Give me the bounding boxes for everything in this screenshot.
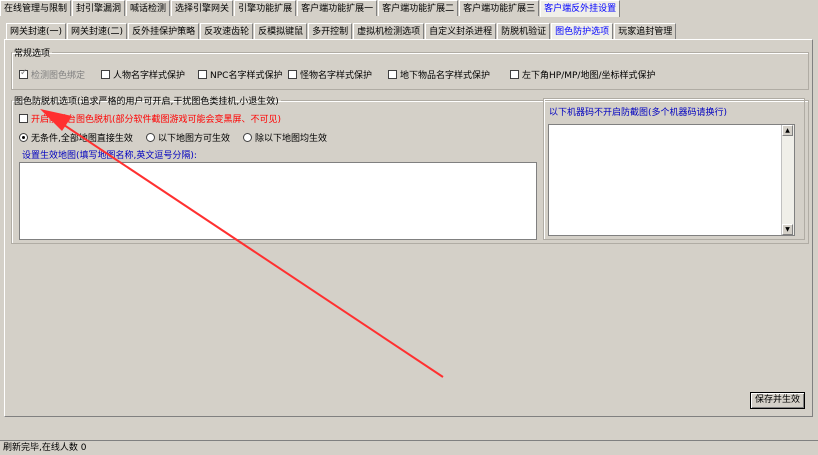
annotation-arrow <box>40 109 444 378</box>
arrow-shaft <box>57 120 444 378</box>
